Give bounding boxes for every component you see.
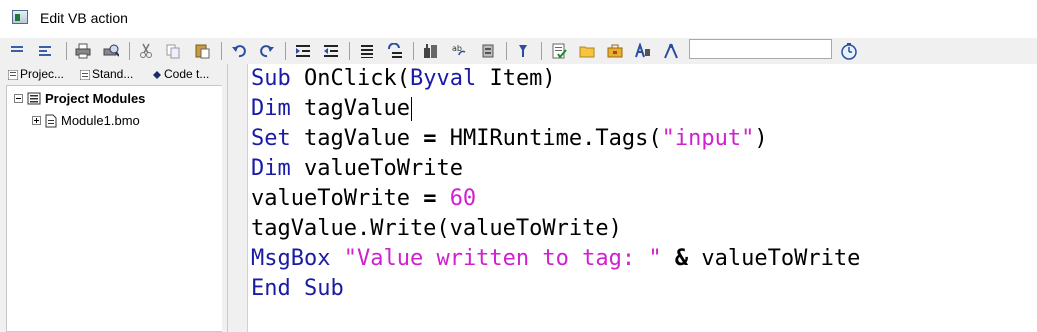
standard-icon [80, 69, 91, 81]
code-token: MsgBox [251, 246, 331, 271]
text-caret [410, 97, 412, 121]
toolbar-separator [285, 42, 286, 60]
tree-node-project-modules[interactable]: Project Modules [14, 91, 145, 106]
toolbar-input[interactable] [689, 39, 832, 59]
compass-icon[interactable] [662, 42, 680, 60]
tree-node-label: Module1.bmo [61, 113, 140, 128]
code-editor[interactable]: Sub OnClick(Byval Item) Dim tagValue Set t… [248, 64, 1037, 332]
pane-splitter[interactable] [222, 64, 228, 332]
align-left-icon[interactable] [36, 42, 54, 60]
code-token: ) [754, 126, 768, 151]
code-token: "input" [661, 126, 755, 151]
tab-label: Projec... [20, 67, 65, 81]
title-bar: Edit VB action [0, 0, 1037, 38]
project-tree: Project Modules Module1.bmo [6, 85, 222, 332]
tab-label: Stand... [92, 67, 134, 81]
comment-icon[interactable] [358, 42, 376, 60]
window-title: Edit VB action [40, 10, 128, 26]
modules-icon [27, 92, 41, 105]
undo-icon[interactable] [230, 42, 248, 60]
find-replace-icon[interactable]: ab [450, 42, 468, 60]
print-icon[interactable] [74, 42, 92, 60]
indent-icon[interactable] [294, 42, 312, 60]
font-icon[interactable] [634, 42, 652, 60]
collapse-icon[interactable] [14, 94, 23, 103]
print-preview-icon[interactable] [102, 42, 120, 60]
code-line[interactable]: Dim valueToWrite [251, 154, 463, 184]
code-token: Dim [251, 96, 291, 121]
toolbar-separator [349, 42, 350, 60]
clock-icon[interactable] [840, 42, 858, 60]
module-file-icon [45, 114, 57, 128]
code-line[interactable]: tagValue.Write(valueToWrite) [251, 214, 622, 244]
toolbar-separator [506, 42, 507, 60]
code-token: OnClick( [290, 66, 410, 91]
code-line[interactable]: Set tagValue = HMIRuntime.Tags("input") [251, 124, 768, 154]
vb-action-icon [12, 10, 28, 24]
build-icon[interactable] [422, 42, 440, 60]
paste-icon[interactable] [193, 42, 211, 60]
code-token: & [674, 246, 689, 271]
left-pane-tabs: Projec... Stand... Code t... [6, 65, 222, 83]
code-token: tagValue [290, 96, 410, 121]
code-token: Dim [251, 156, 291, 181]
code-token: valueToWrite [688, 246, 861, 271]
code-line[interactable]: End Sub [251, 274, 344, 304]
tab-code-templates[interactable]: Code t... [152, 65, 222, 83]
code-token: Set [251, 126, 291, 151]
code-token: 60 [449, 186, 477, 211]
code-line[interactable]: valueToWrite = 60 [251, 184, 476, 214]
toolbar-separator [66, 42, 67, 60]
code-line[interactable]: Dim tagValue [251, 94, 412, 124]
tree-node-label: Project Modules [45, 91, 146, 106]
code-token: Item) [476, 66, 556, 91]
code-token: HMIRuntime.Tags( [436, 126, 662, 151]
indent-list-icon[interactable] [8, 42, 26, 60]
code-line[interactable]: MsgBox "Value written to tag: " & valueT… [251, 244, 860, 274]
code-token: = [423, 186, 437, 211]
code-token: End Sub [251, 276, 344, 301]
code-token: "Value written to tag: " [343, 246, 662, 271]
toolbox-icon[interactable] [606, 42, 624, 60]
uncomment-icon[interactable] [386, 42, 404, 60]
code-token: valueToWrite [290, 156, 463, 181]
outdent-icon[interactable] [322, 42, 340, 60]
code-token: Byval [409, 66, 477, 91]
tab-standard[interactable]: Stand... [80, 65, 150, 83]
toolbar-separator [221, 42, 222, 60]
project-icon [8, 69, 19, 81]
redo-icon[interactable] [258, 42, 276, 60]
tree-node-module1[interactable]: Module1.bmo [32, 113, 140, 128]
tab-label: Code t... [164, 67, 210, 81]
toolbar-separator [413, 42, 414, 60]
bookmark-icon[interactable] [479, 42, 497, 60]
editor-gutter [229, 64, 248, 332]
code-token: valueToWrite [251, 186, 424, 211]
syntax-check-icon[interactable] [550, 42, 568, 60]
tab-project[interactable]: Projec... [8, 65, 76, 83]
copy-icon[interactable] [164, 42, 182, 60]
folder-icon[interactable] [578, 42, 596, 60]
code-token: tagValue.Write(valueToWrite) [251, 216, 622, 241]
code-template-icon [152, 69, 162, 79]
cut-icon[interactable] [137, 42, 155, 60]
toolbar-separator [129, 42, 130, 60]
code-token: tagValue [290, 126, 424, 151]
toolbar-separator [541, 42, 542, 60]
code-line[interactable]: Sub OnClick(Byval Item) [251, 64, 556, 94]
help-icon[interactable] [514, 42, 532, 60]
expand-icon[interactable] [32, 116, 41, 125]
code-token: Sub [251, 66, 291, 91]
code-token: = [423, 126, 437, 151]
